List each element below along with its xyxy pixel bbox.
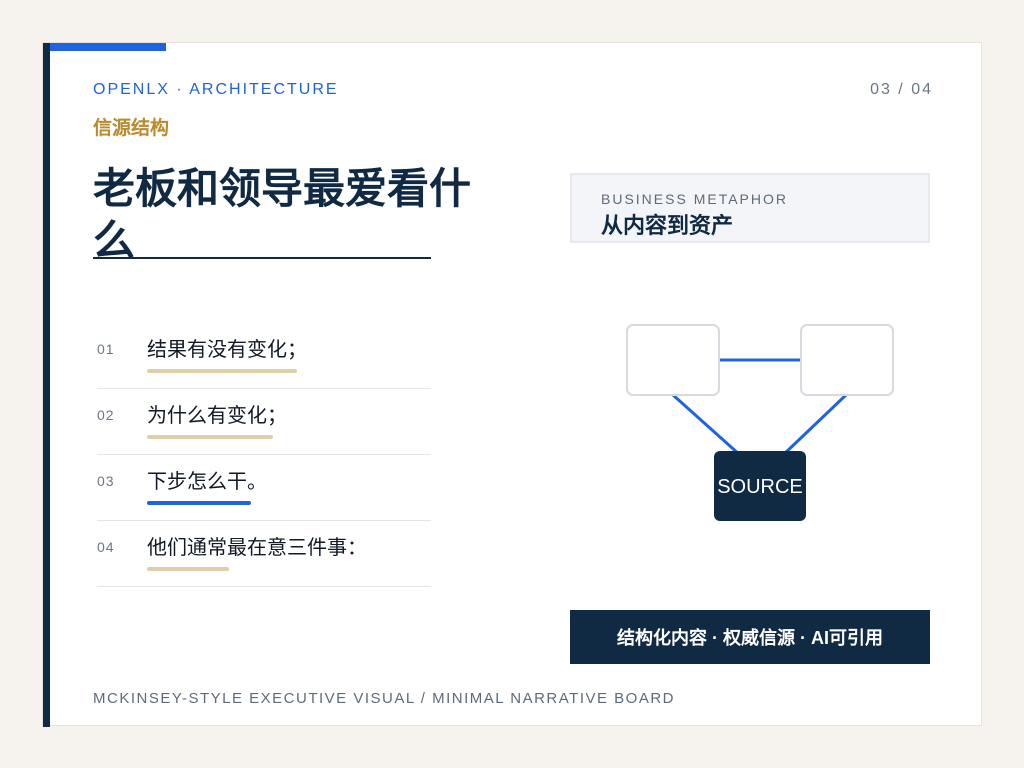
list-item-number: 02 xyxy=(97,407,115,423)
list-item: 02 为什么有变化； xyxy=(97,389,431,455)
list-item-bar xyxy=(147,567,229,571)
page-title: 老板和领导最爱看什么 xyxy=(93,165,472,264)
metaphor-title: 从内容到资产 xyxy=(601,213,734,238)
list-item: 04 他们通常最在意三件事： xyxy=(97,521,431,587)
list-item-bar xyxy=(147,369,297,373)
summary-band: 结构化内容 · 权威信源 · AI可引用 xyxy=(570,610,930,664)
link-line-right xyxy=(781,393,848,457)
list-item-number: 04 xyxy=(97,539,115,555)
bottom-caption: MCKINSEY-STYLE EXECUTIVE VISUAL / MINIMA… xyxy=(93,690,676,707)
list-item-text: 他们通常最在意三件事： xyxy=(147,537,367,559)
page-number: 03 / 04 xyxy=(870,81,933,98)
list-item-bar xyxy=(147,435,273,439)
metaphor-box: BUSINESS METAPHOR 从内容到资产 xyxy=(570,173,930,243)
list-item-text: 为什么有变化； xyxy=(147,405,287,427)
list-item-bar xyxy=(147,501,251,505)
point-list: 01 结果有没有变化； 02 为什么有变化； 03 下步怎么干。 04 他们通常… xyxy=(97,323,431,587)
list-item-number: 01 xyxy=(97,341,115,357)
list-item-text: 结果有没有变化； xyxy=(147,339,307,361)
list-item: 03 下步怎么干。 xyxy=(97,455,431,521)
list-item-text: 下步怎么干。 xyxy=(147,471,267,493)
left-accent-bar xyxy=(43,43,50,727)
top-accent-bar xyxy=(50,43,166,51)
section-label: 信源结构 xyxy=(93,118,170,139)
link-line-left xyxy=(671,393,742,457)
slide-card: OPENLX · ARCHITECTURE 03 / 04 信源结构 老板和领导… xyxy=(42,42,982,727)
source-label: SOURCE xyxy=(717,476,803,498)
source-diagram: SOURCE xyxy=(626,324,894,521)
metaphor-label: BUSINESS METAPHOR xyxy=(601,191,788,207)
node-right xyxy=(800,324,894,396)
list-item-number: 03 xyxy=(97,473,115,489)
list-item: 01 结果有没有变化； xyxy=(97,323,431,389)
title-underline xyxy=(93,257,431,259)
kicker: OPENLX · ARCHITECTURE xyxy=(93,81,339,98)
node-left xyxy=(626,324,720,396)
